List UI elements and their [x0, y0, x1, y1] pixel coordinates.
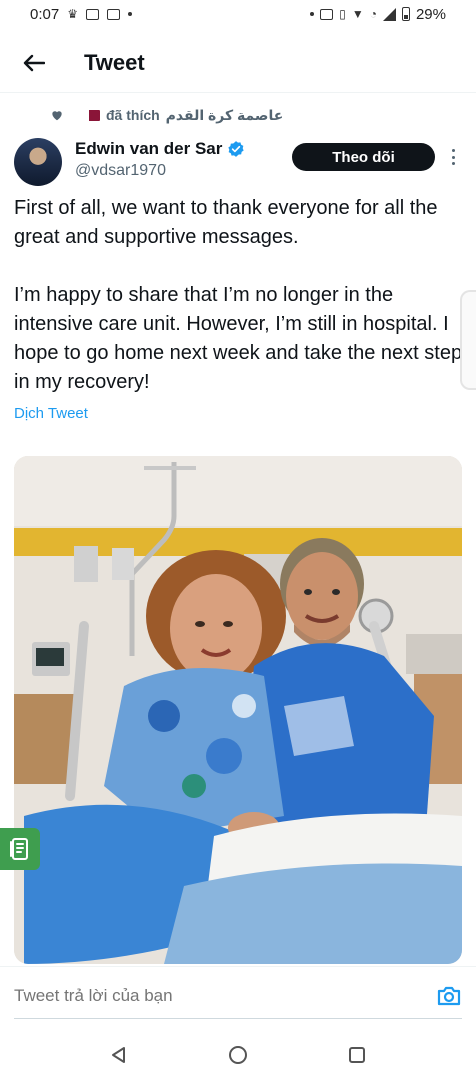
follow-button[interactable]: Theo dõi — [292, 143, 435, 171]
heart-icon — [52, 111, 62, 121]
more-notifications-icon — [127, 12, 132, 16]
liked-action: đã thích — [106, 107, 160, 123]
back-button[interactable] — [14, 43, 54, 83]
notification-icon — [106, 8, 120, 20]
photo-illustration — [14, 456, 462, 964]
square-recents-icon — [348, 1047, 365, 1063]
status-bar: 0:07 ♛ ▯ ▼ ◔ 29% — [0, 0, 476, 28]
signal-icon — [382, 7, 396, 21]
verified-badge-icon — [228, 141, 245, 157]
circle-home-icon — [228, 1046, 247, 1064]
tweet-paragraph: First of all, we want to thank everyone … — [14, 197, 438, 248]
arrow-left-icon — [23, 54, 45, 72]
vibrate-icon: ▯ — [339, 7, 346, 21]
author-handle[interactable]: @vdsar1970 — [75, 162, 166, 180]
author-name[interactable]: Edwin van der Sar — [75, 139, 245, 159]
header-divider — [0, 92, 476, 93]
camera-button[interactable] — [436, 983, 462, 1009]
nav-recents-button[interactable] — [345, 1043, 369, 1067]
reply-divider — [0, 966, 476, 967]
qatar-flag-icon — [84, 109, 100, 121]
tweet-photo[interactable] — [14, 456, 462, 964]
status-left: 0:07 ♛ — [30, 6, 132, 23]
nfc-icon — [320, 8, 334, 20]
wifi-icon: ▼ — [351, 7, 364, 21]
camera-icon — [437, 986, 461, 1006]
social-context[interactable]: đã thích عاصمة كرة القدم — [50, 104, 283, 126]
status-time: 0:07 — [30, 5, 60, 23]
status-right: ▯ ▼ ◔ 29% — [310, 6, 446, 23]
crown-icon: ♛ — [67, 7, 78, 21]
gallery-icon — [85, 8, 99, 20]
note-icon — [10, 838, 28, 860]
nav-home-button[interactable] — [226, 1043, 250, 1067]
reply-input[interactable] — [14, 986, 394, 1006]
edge-panel-handle[interactable] — [460, 290, 476, 390]
battery-icon — [401, 7, 410, 21]
liked-source: عاصمة كرة القدم — [165, 106, 284, 123]
more-options-button[interactable] — [446, 146, 460, 168]
reply-underline — [14, 1018, 462, 1019]
lte-icon: ◔ — [369, 7, 377, 21]
triangle-back-icon — [112, 1047, 126, 1063]
more-vertical-icon — [451, 149, 455, 152]
more-vertical-icon — [451, 162, 455, 165]
tweet-text: First of all, we want to thank everyone … — [14, 194, 464, 397]
header: Tweet — [0, 36, 476, 90]
author-name-text: Edwin van der Sar — [75, 139, 223, 158]
page-title: Tweet — [84, 50, 145, 75]
avatar[interactable] — [14, 138, 62, 186]
more-vertical-icon — [451, 155, 455, 159]
note-button[interactable] — [0, 828, 40, 870]
tweet-paragraph: I’m happy to share that I’m no longer in… — [14, 284, 463, 393]
system-nav-bar — [0, 1030, 476, 1080]
status-dot-icon — [310, 12, 315, 16]
translate-tweet-link[interactable]: Dịch Tweet — [14, 405, 88, 422]
battery-percent: 29% — [415, 5, 446, 23]
nav-back-button[interactable] — [107, 1043, 131, 1067]
reply-bar — [14, 975, 462, 1017]
